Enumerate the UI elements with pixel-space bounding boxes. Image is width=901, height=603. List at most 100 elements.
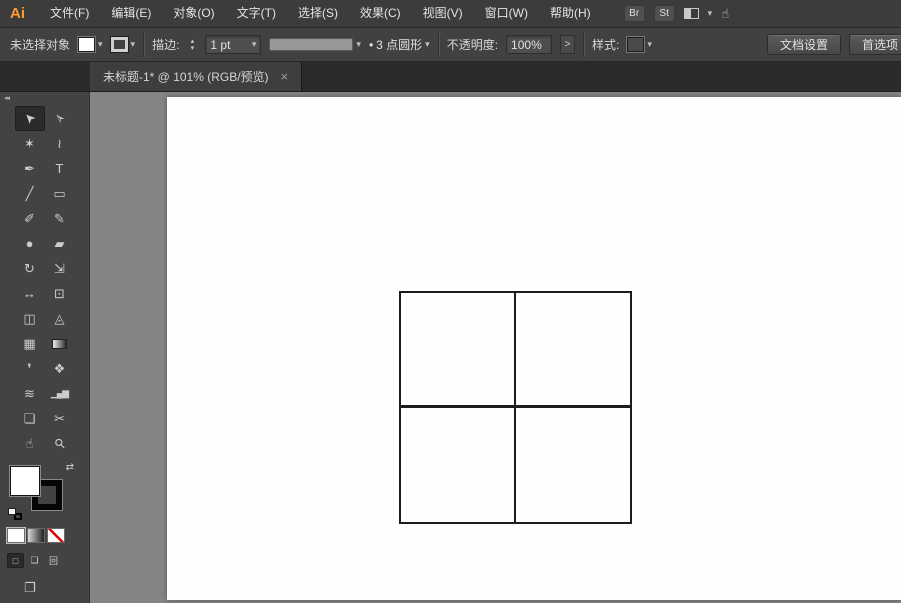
document-tab-title: 未标题-1* @ 101% (RGB/预览) [103, 70, 269, 84]
chevron-down-icon[interactable]: ▾ [425, 40, 430, 49]
fill-color-box[interactable] [9, 465, 41, 497]
document-setup-button[interactable]: 文档设置 [766, 34, 841, 55]
swap-fill-stroke-icon[interactable]: ⇄ [66, 462, 74, 473]
style-dropdown[interactable]: ▾ [626, 36, 652, 53]
paintbrush-icon: ✐ [24, 211, 35, 226]
mesh-tool[interactable]: ▦ [15, 331, 45, 356]
opacity-panel-button[interactable]: > [560, 35, 576, 54]
shape-builder-tool[interactable]: ◫ [15, 306, 45, 331]
free-transform-tool[interactable]: ⊡ [45, 281, 75, 306]
rectangle-grid-drawing[interactable] [399, 291, 632, 524]
selection-status: 未选择对象 [10, 38, 71, 52]
rotate-tool[interactable]: ↻ [15, 256, 45, 281]
menu-view[interactable]: 视图(V) [412, 0, 474, 27]
menu-effect[interactable]: 效果(C) [349, 0, 412, 27]
direct-selection-icon: ➢ [50, 109, 69, 128]
perspective-grid-tool[interactable]: ◬ [45, 306, 75, 331]
brush-name: 3 点圆形 [376, 38, 423, 52]
lasso-tool[interactable]: ≀ [45, 131, 75, 156]
type-tool[interactable]: T [45, 156, 75, 181]
none-button[interactable] [47, 528, 65, 543]
stroke-weight-field[interactable]: 1 pt ▾ [205, 35, 262, 54]
menu-window[interactable]: 窗口(W) [474, 0, 539, 27]
menu-help[interactable]: 帮助(H) [539, 0, 602, 27]
paintbrush-tool[interactable]: ✐ [15, 206, 45, 231]
document-tab[interactable]: 未标题-1* @ 101% (RGB/预览) × [90, 62, 303, 91]
artboard-tool[interactable]: ❏ [15, 406, 45, 431]
slice-tool[interactable]: ✂ [45, 406, 75, 431]
menu-file[interactable]: 文件(F) [39, 0, 100, 27]
brush-preview-icon: • [368, 37, 374, 52]
preferences-button[interactable]: 首选项 [848, 34, 901, 55]
default-fill-stroke-icon[interactable] [8, 508, 22, 520]
menu-select[interactable]: 选择(S) [287, 0, 349, 27]
style-swatch[interactable] [626, 36, 646, 53]
stroke-weight-stepper[interactable]: ▴ ▾ [187, 38, 197, 52]
chevron-down-icon[interactable]: ▾ [708, 9, 713, 18]
hand-tool[interactable]: ☝ [15, 431, 45, 456]
draw-inside-button[interactable]: 回 [45, 553, 62, 568]
width-tool[interactable]: ↔ [15, 281, 45, 306]
width-profile-dropdown[interactable]: ▾ [269, 38, 361, 51]
workspace-grid-icon[interactable] [683, 8, 699, 19]
draw-behind-button[interactable]: ❏ [26, 553, 43, 568]
blob-brush-tool[interactable]: ● [15, 231, 45, 256]
gradient-button[interactable] [27, 528, 45, 543]
stepper-down-icon[interactable]: ▾ [187, 45, 197, 52]
document-tab-bar: 未标题-1* @ 101% (RGB/预览) × [0, 62, 901, 92]
chevron-down-icon[interactable]: ▾ [252, 40, 257, 49]
touch-workspace-icon[interactable]: ☝ [721, 6, 729, 22]
artboard[interactable] [167, 97, 901, 600]
lasso-icon: ≀ [57, 136, 62, 151]
screen-mode-button[interactable]: ❐ [24, 580, 36, 595]
chevron-down-icon[interactable]: ▾ [131, 40, 136, 49]
stroke-color-dropdown[interactable]: ▾ [109, 36, 136, 53]
chevron-down-icon[interactable]: ▾ [356, 40, 361, 49]
menu-type[interactable]: 文字(T) [226, 0, 287, 27]
bridge-button[interactable]: Br [623, 5, 645, 22]
chevron-down-icon[interactable]: ▾ [98, 40, 103, 49]
direct-selection-tool[interactable]: ➢ [45, 106, 75, 131]
grid-horizontal-divider [401, 405, 630, 408]
main-body: ◂◂ ➤ ➢ ✶ ≀ ✒ T ╱ ▭ ✐ ✎ ● ▰ ↻ ⇲ ↔ ⊡ ◫ ◬ ▦… [0, 92, 901, 603]
pen-tool[interactable]: ✒ [15, 156, 45, 181]
free-transform-icon: ⊡ [54, 286, 65, 301]
separator [143, 32, 145, 57]
opacity-field[interactable]: 100% [506, 35, 553, 54]
tab-close-icon[interactable]: × [281, 69, 289, 84]
rectangle-icon: ▭ [53, 186, 66, 201]
color-button[interactable] [6, 527, 26, 544]
fill-color-dropdown[interactable]: ▾ [77, 36, 103, 53]
scale-tool[interactable]: ⇲ [45, 256, 75, 281]
eyedropper-tool[interactable]: ❜ [15, 356, 45, 381]
brush-definition-dropdown[interactable]: • 3 点圆形 ▾ [369, 36, 430, 53]
magic-wand-tool[interactable]: ✶ [15, 131, 45, 156]
drawing-mode-buttons: □ ❏ 回 [7, 553, 89, 568]
selection-icon: ➤ [20, 109, 39, 128]
canvas-area[interactable] [90, 92, 901, 603]
blend-tool[interactable]: ❖ [45, 356, 75, 381]
menu-bar-right: Br St ▾ ☝ [623, 5, 729, 22]
eraser-tool[interactable]: ▰ [45, 231, 75, 256]
pen-icon: ✒ [24, 161, 35, 176]
zoom-tool[interactable]: ⚲ [45, 431, 75, 456]
selection-tool[interactable]: ➤ [14, 106, 45, 131]
rectangle-tool[interactable]: ▭ [45, 181, 75, 206]
hand-icon: ☝ [25, 436, 34, 451]
chevron-down-icon[interactable]: ▾ [647, 40, 652, 49]
column-graph-tool[interactable]: ▁▄▆ [45, 381, 75, 406]
collapse-panel-icon[interactable]: ◂◂ [4, 95, 10, 102]
artboard-icon: ❏ [23, 411, 36, 426]
line-segment-tool[interactable]: ╱ [15, 181, 45, 206]
symbol-sprayer-tool[interactable]: ≋ [15, 381, 45, 406]
pencil-tool[interactable]: ✎ [45, 206, 75, 231]
fill-color-swatch[interactable] [77, 36, 97, 53]
stock-button[interactable]: St [653, 5, 675, 22]
stepper-up-icon[interactable]: ▴ [187, 38, 197, 45]
menu-edit[interactable]: 编辑(E) [100, 0, 162, 27]
stroke-weight-label: 描边: [152, 38, 180, 52]
gradient-tool[interactable] [45, 331, 75, 356]
stroke-color-swatch[interactable] [109, 36, 129, 53]
draw-normal-button[interactable]: □ [7, 553, 24, 568]
menu-object[interactable]: 对象(O) [162, 0, 225, 27]
